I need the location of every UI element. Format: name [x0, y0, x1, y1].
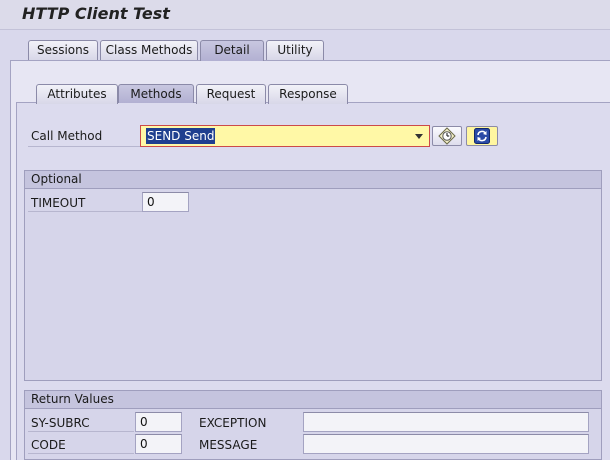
tab-label: Sessions [36, 43, 90, 57]
window-title: HTTP Client Test [22, 4, 170, 23]
refresh-icon [474, 128, 490, 144]
tab-label: Utility [277, 43, 313, 57]
tab-response[interactable]: Response [268, 84, 348, 104]
call-method-label: Call Method [31, 129, 103, 143]
tab-sessions[interactable]: Sessions [28, 40, 98, 60]
timeout-input[interactable]: 0 [142, 192, 189, 212]
optional-group: Optional [24, 170, 602, 381]
sy-subrc-label: SY-SUBRC [31, 416, 90, 430]
tab-methods[interactable]: Methods [118, 84, 194, 103]
message-label: MESSAGE [199, 438, 258, 452]
return-values-header: Return Values [25, 391, 601, 409]
tab-label: Class Methods [105, 43, 193, 57]
title-bar: HTTP Client Test [0, 0, 610, 30]
timeout-label: TIMEOUT [31, 196, 86, 210]
tab-utility[interactable]: Utility [266, 40, 324, 60]
execute-button[interactable] [432, 126, 462, 146]
call-method-value: SEND Send [146, 128, 216, 144]
call-method-select[interactable]: SEND Send [140, 125, 430, 147]
code-field[interactable]: 0 [135, 434, 182, 454]
tab-label: Detail [214, 43, 250, 57]
tab-detail[interactable]: Detail [200, 40, 264, 61]
clock-execute-icon [438, 127, 456, 145]
label-underline [28, 146, 140, 147]
refresh-button[interactable] [466, 126, 498, 146]
exception-label: EXCEPTION [199, 416, 267, 430]
tab-label: Methods [130, 87, 182, 101]
tab-attributes[interactable]: Attributes [36, 84, 118, 104]
tab-label: Response [279, 87, 337, 101]
optional-header: Optional [25, 171, 601, 189]
tab-request[interactable]: Request [196, 84, 266, 104]
tab-label: Attributes [47, 87, 107, 101]
sy-subrc-field[interactable]: 0 [135, 412, 182, 432]
label-underline [28, 431, 134, 432]
label-underline [28, 453, 134, 454]
label-underline [28, 211, 142, 212]
message-field[interactable] [303, 434, 589, 454]
chevron-down-icon[interactable] [415, 134, 423, 139]
tab-label: Request [206, 87, 256, 101]
code-label: CODE [31, 438, 66, 452]
exception-field[interactable] [303, 412, 589, 432]
tab-class-methods[interactable]: Class Methods [100, 40, 198, 60]
